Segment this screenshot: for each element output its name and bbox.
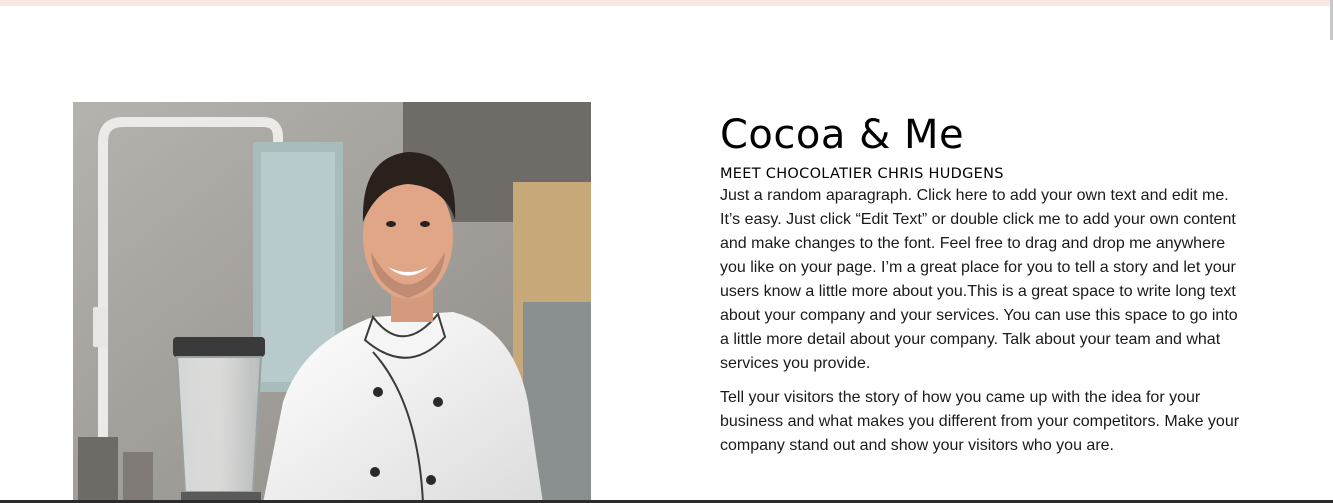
paragraph-story[interactable]: Tell your visitors the story of how you … [720, 386, 1245, 458]
paragraph-intro[interactable]: Just a random aparagraph. Click here to … [720, 184, 1245, 376]
chef-photo [73, 102, 591, 503]
page-title: Cocoa & Me [720, 112, 965, 158]
about-section: Cocoa & Me MEET CHOCOLATIER CHRIS HUDGEN… [720, 110, 1260, 458]
top-accent-strip [0, 0, 1333, 6]
subtitle: MEET CHOCOLATIER CHRIS HUDGENS [720, 166, 1004, 182]
